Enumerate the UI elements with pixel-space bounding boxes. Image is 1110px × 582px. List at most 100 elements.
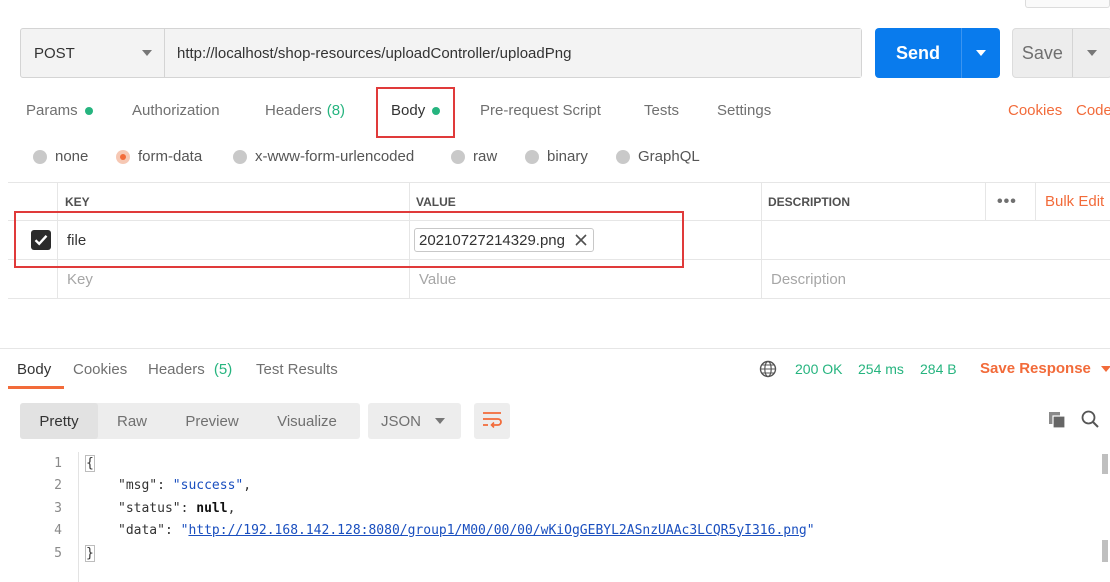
column-header-description: DESCRIPTION — [768, 194, 851, 209]
radio-label: GraphQL — [638, 148, 700, 165]
line-number: 5 — [54, 545, 62, 561]
column-divider — [761, 183, 762, 220]
format-select[interactable]: JSON — [368, 403, 461, 439]
response-tab-body[interactable]: Body — [17, 361, 51, 378]
wrap-lines-icon — [481, 410, 503, 432]
line-number: 3 — [54, 500, 62, 516]
tab-count: (5) — [213, 361, 233, 378]
open-brace: { — [85, 454, 95, 472]
save-label: Save — [1021, 42, 1063, 63]
json-string-value: "success" — [172, 477, 244, 493]
radio-label: form-data — [138, 148, 203, 165]
line-number: 4 — [54, 522, 62, 538]
scrollbar-thumb[interactable] — [1102, 540, 1108, 562]
line-number: 1 — [54, 455, 62, 471]
response-tab-cookies[interactable]: Cookies — [73, 361, 127, 378]
radio-binary[interactable]: binary — [525, 148, 588, 165]
json-comma: , — [227, 500, 236, 516]
code-link[interactable]: Code — [1076, 102, 1110, 119]
active-dot-icon — [84, 106, 93, 115]
close-brace: } — [85, 544, 95, 562]
view-raw-button[interactable]: Raw — [102, 403, 162, 439]
column-divider — [1035, 183, 1036, 220]
view-preview-button[interactable]: Preview — [170, 403, 254, 439]
tab-count: (8) — [326, 102, 346, 119]
radio-none[interactable]: none — [33, 148, 88, 165]
code-line: 4 "data": "http://192.168.142.128:8080/g… — [0, 519, 1100, 541]
radio-label: binary — [547, 148, 588, 165]
response-tab-test-results[interactable]: Test Results — [256, 361, 338, 378]
tab-headers[interactable]: Headers (8) — [265, 102, 345, 119]
send-options-button[interactable] — [961, 28, 1000, 78]
radio-form-data[interactable]: form-data — [116, 148, 202, 165]
tab-settings[interactable]: Settings — [717, 102, 771, 119]
format-select-value: JSON — [381, 412, 422, 430]
tab-label: Pre-request Script — [480, 102, 601, 119]
code-line: 2 "msg": "success", — [0, 474, 1100, 496]
copy-icon[interactable] — [1047, 410, 1067, 434]
response-body-code: 1 { 2 "msg": "success", 3 "status": null… — [0, 452, 1110, 582]
line-number: 2 — [54, 477, 62, 493]
json-separator: : — [164, 522, 181, 538]
radio-graphql[interactable]: GraphQL — [616, 148, 700, 165]
url-input[interactable]: http://localhost/shop-resources/uploadCo… — [165, 29, 861, 77]
radio-label: raw — [473, 148, 498, 165]
tab-label: Headers — [148, 361, 205, 378]
json-url-link[interactable]: http://192.168.142.128:8080/group1/M00/0… — [188, 523, 806, 538]
method-label: POST — [34, 44, 75, 62]
json-quote: " — [806, 522, 815, 538]
globe-icon[interactable] — [759, 360, 777, 382]
send-label: Send — [895, 42, 940, 63]
radio-selected-icon — [116, 149, 130, 164]
json-comma: , — [243, 477, 252, 493]
json-key: "msg" — [118, 477, 158, 493]
bulk-edit-link[interactable]: Bulk Edit — [1045, 183, 1104, 220]
view-visualize-button[interactable]: Visualize — [262, 403, 352, 439]
save-response-label: Save Response — [980, 360, 1091, 377]
tab-authorization[interactable]: Authorization — [132, 102, 220, 119]
response-time: 254 ms — [858, 361, 904, 377]
more-options-icon[interactable]: ••• — [997, 183, 1017, 220]
active-tab-underline — [8, 386, 64, 389]
highlight-box-file-row — [14, 211, 684, 268]
highlight-box-body-tab — [376, 87, 455, 138]
radio-x-www-form-urlencoded[interactable]: x-www-form-urlencoded — [233, 148, 414, 165]
description-input-placeholder[interactable]: Description — [771, 260, 846, 298]
method-select[interactable]: POST — [21, 29, 165, 77]
code-line: 1 { — [0, 452, 1100, 474]
chevron-down-icon — [435, 418, 445, 424]
json-separator: : — [157, 477, 173, 493]
radio-circle-icon — [33, 149, 47, 164]
chevron-down-icon — [1100, 365, 1110, 372]
radio-circle-icon — [525, 149, 539, 164]
scrollbar-thumb[interactable] — [1102, 454, 1108, 474]
json-line: "status": null, — [118, 501, 235, 516]
radio-label: x-www-form-urlencoded — [255, 148, 415, 165]
send-button[interactable]: Send — [875, 28, 1000, 78]
search-icon[interactable] — [1080, 409, 1100, 433]
view-mode-toolbar: Pretty Raw Preview Visualize — [20, 403, 360, 439]
response-tab-headers[interactable]: Headers (5) — [148, 361, 232, 378]
column-divider — [761, 260, 762, 298]
code-line: 3 "status": null, — [0, 497, 1100, 519]
json-key: "data" — [118, 522, 165, 538]
tab-label: Settings — [717, 102, 772, 119]
view-pretty-button[interactable]: Pretty — [20, 403, 98, 439]
save-response-button[interactable]: Save Response — [980, 360, 1110, 377]
json-null-value: null — [196, 500, 228, 516]
radio-raw[interactable]: raw — [451, 148, 497, 165]
wrap-lines-button[interactable] — [474, 403, 510, 439]
chevron-down-icon — [1086, 50, 1097, 56]
json-line: "data": "http://192.168.142.128:8080/gro… — [118, 523, 815, 538]
save-button[interactable]: Save — [1012, 28, 1110, 78]
save-options-button[interactable] — [1071, 29, 1110, 77]
tab-tests[interactable]: Tests — [644, 102, 679, 119]
tab-pre-request-script[interactable]: Pre-request Script — [480, 102, 601, 119]
code-line: 5 } — [0, 542, 1100, 564]
column-divider — [985, 183, 986, 220]
cookies-link[interactable]: Cookies — [1008, 102, 1062, 119]
radio-circle-icon — [451, 149, 465, 164]
chevron-down-icon — [142, 50, 152, 56]
json-line: "msg": "success", — [118, 478, 251, 493]
tab-params[interactable]: Params — [26, 102, 93, 119]
